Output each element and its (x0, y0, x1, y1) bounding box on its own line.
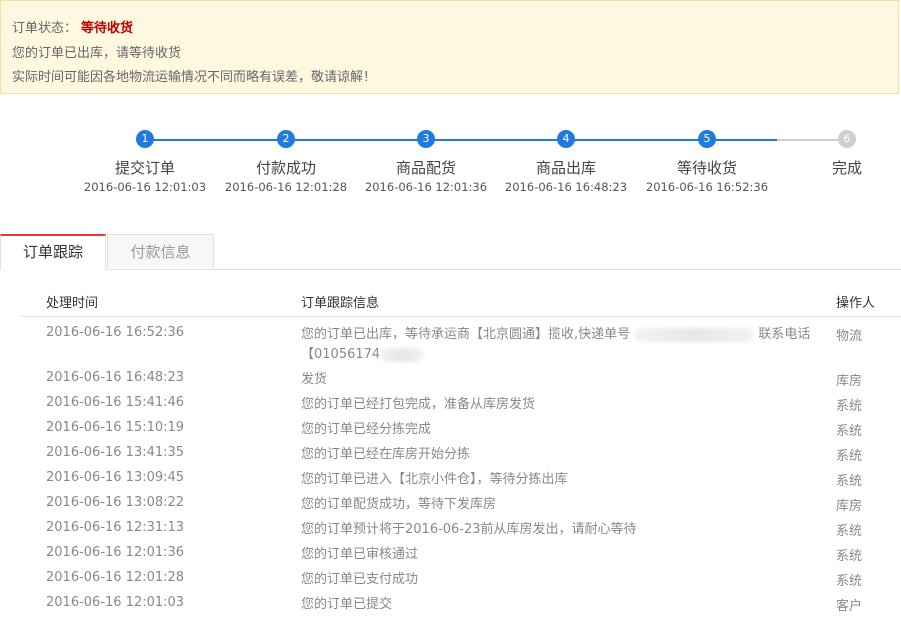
row-operator: 库房 (836, 374, 863, 389)
header-time: 处理时间 (46, 296, 99, 311)
row-info: 您的订单配货成功，等待下发库房 (301, 497, 497, 512)
step-label: 完成 (831, 159, 862, 177)
step-number: 1 (136, 130, 154, 148)
table-row: 2016-06-16 13:09:45 您的订单已进入【北京小件仓】，等待分拣出… (21, 470, 901, 495)
step-time: 2016-06-16 16:52:36 (645, 180, 769, 194)
row-operator: 客户 (836, 599, 863, 614)
step-number: 6 (838, 130, 856, 148)
order-tabs: 订单跟踪 付款信息 (0, 234, 901, 270)
table-row: 2016-06-16 12:31:13 您的订单预计将于2016-06-23前从… (21, 520, 901, 545)
step-label: 等待收货 (676, 159, 737, 177)
tracking-table: 处理时间 订单跟踪信息 操作人 2016-06-16 16:52:36 您的订单… (21, 282, 901, 620)
row-operator: 系统 (836, 524, 863, 539)
row-info: 您的订单已经打包完成，准备从库房发货 (301, 397, 536, 412)
step-time: 2016-06-16 12:01:28 (224, 180, 348, 194)
row-operator: 系统 (836, 399, 863, 414)
table-header: 处理时间 订单跟踪信息 操作人 (21, 282, 901, 317)
order-status-label: 订单状态： (12, 21, 78, 36)
order-status-notice: 实际时间可能因各地物流运输情况不同而略有误差，敬请谅解！ (12, 70, 377, 85)
step-label: 商品出库 (535, 159, 596, 177)
table-row: 2016-06-16 16:48:23 发货 库房 (21, 370, 901, 395)
row-time: 2016-06-16 15:10:19 (46, 420, 185, 435)
tab-order-tracking[interactable]: 订单跟踪 (0, 234, 106, 270)
row-operator: 系统 (836, 474, 863, 489)
row-time: 2016-06-16 12:01:03 (46, 595, 185, 610)
row-operator: 系统 (836, 449, 863, 464)
header-info: 订单跟踪信息 (301, 296, 380, 311)
redacted-phone (380, 347, 425, 362)
step-time: 2016-06-16 16:48:23 (504, 180, 628, 194)
order-status-line: 订单状态： 等待收货 (12, 17, 133, 36)
step-label: 提交订单 (114, 159, 175, 177)
table-row: 2016-06-16 12:01:03 您的订单已提交 客户 (21, 595, 901, 620)
table-row: 2016-06-16 13:08:22 您的订单配货成功，等待下发库房 库房 (21, 495, 901, 520)
row-time: 2016-06-16 13:08:22 (46, 495, 185, 510)
row-time: 2016-06-16 12:31:13 (46, 520, 185, 535)
row-time: 2016-06-16 12:01:36 (46, 545, 185, 560)
table-row: 2016-06-16 13:41:35 您的订单已经在库房开始分拣 系统 (21, 445, 901, 470)
step-label: 付款成功 (255, 159, 316, 177)
row-info: 您的订单已出库，等待承运商【北京圆通】揽收,快递单号 联系电话【01056174 (301, 325, 811, 365)
row-time: 2016-06-16 12:01:28 (46, 570, 185, 585)
row-info: 您的订单已审核通过 (301, 547, 419, 562)
row-info: 您的订单已支付成功 (301, 572, 419, 587)
step-number: 5 (698, 130, 716, 148)
row-operator: 系统 (836, 549, 863, 564)
redacted-tracking-number (634, 327, 755, 342)
row-time: 2016-06-16 13:09:45 (46, 470, 185, 485)
order-status-message: 您的订单已出库，请等待收货 (12, 46, 182, 61)
step-label: 商品配货 (395, 159, 456, 177)
row-info: 您的订单已经在库房开始分拣 (301, 447, 471, 462)
row-time: 2016-06-16 16:52:36 (46, 325, 185, 340)
order-progress: 1 提交订单 2016-06-16 12:01:03 2 付款成功 2016-0… (0, 120, 901, 210)
row-info: 您的订单已提交 (301, 597, 393, 612)
row-time: 2016-06-16 16:48:23 (46, 370, 185, 385)
row-operator: 库房 (836, 499, 863, 514)
progress-track-pending (777, 139, 847, 141)
row-info: 发货 (301, 372, 328, 387)
order-status-value: 等待收货 (81, 21, 134, 36)
row-info: 您的订单已进入【北京小件仓】，等待分拣出库 (301, 472, 568, 487)
step-number: 4 (557, 130, 575, 148)
table-row: 2016-06-16 12:01:28 您的订单已支付成功 系统 (21, 570, 901, 595)
step-time: 2016-06-16 12:01:03 (83, 180, 207, 194)
row-info: 您的订单预计将于2016-06-23前从库房发出，请耐心等待 (301, 522, 637, 537)
row-time: 2016-06-16 13:41:35 (46, 445, 185, 460)
row-operator: 系统 (836, 424, 863, 439)
progress-track-done (145, 139, 777, 141)
row-time: 2016-06-16 15:41:46 (46, 395, 185, 410)
step-number: 3 (417, 130, 435, 148)
row-operator: 系统 (836, 574, 863, 589)
row-info: 您的订单已经分拣完成 (301, 422, 432, 437)
table-row: 2016-06-16 15:10:19 您的订单已经分拣完成 系统 (21, 420, 901, 445)
table-row: 2016-06-16 15:41:46 您的订单已经打包完成，准备从库房发货 系… (21, 395, 901, 420)
step-number: 2 (277, 130, 295, 148)
order-status-panel: 订单状态： 等待收货 您的订单已出库，请等待收货 实际时间可能因各地物流运输情况不… (0, 0, 899, 94)
table-row: 2016-06-16 16:52:36 您的订单已出库，等待承运商【北京圆通】揽… (21, 325, 901, 370)
step-time: 2016-06-16 12:01:36 (364, 180, 488, 194)
header-operator: 操作人 (836, 296, 876, 311)
table-row: 2016-06-16 12:01:36 您的订单已审核通过 系统 (21, 545, 901, 570)
row-operator: 物流 (836, 329, 863, 344)
row-info-text: 您的订单已出库，等待承运商【北京圆通】揽收,快递单号 (301, 327, 635, 342)
tab-payment-info[interactable]: 付款信息 (107, 234, 214, 268)
